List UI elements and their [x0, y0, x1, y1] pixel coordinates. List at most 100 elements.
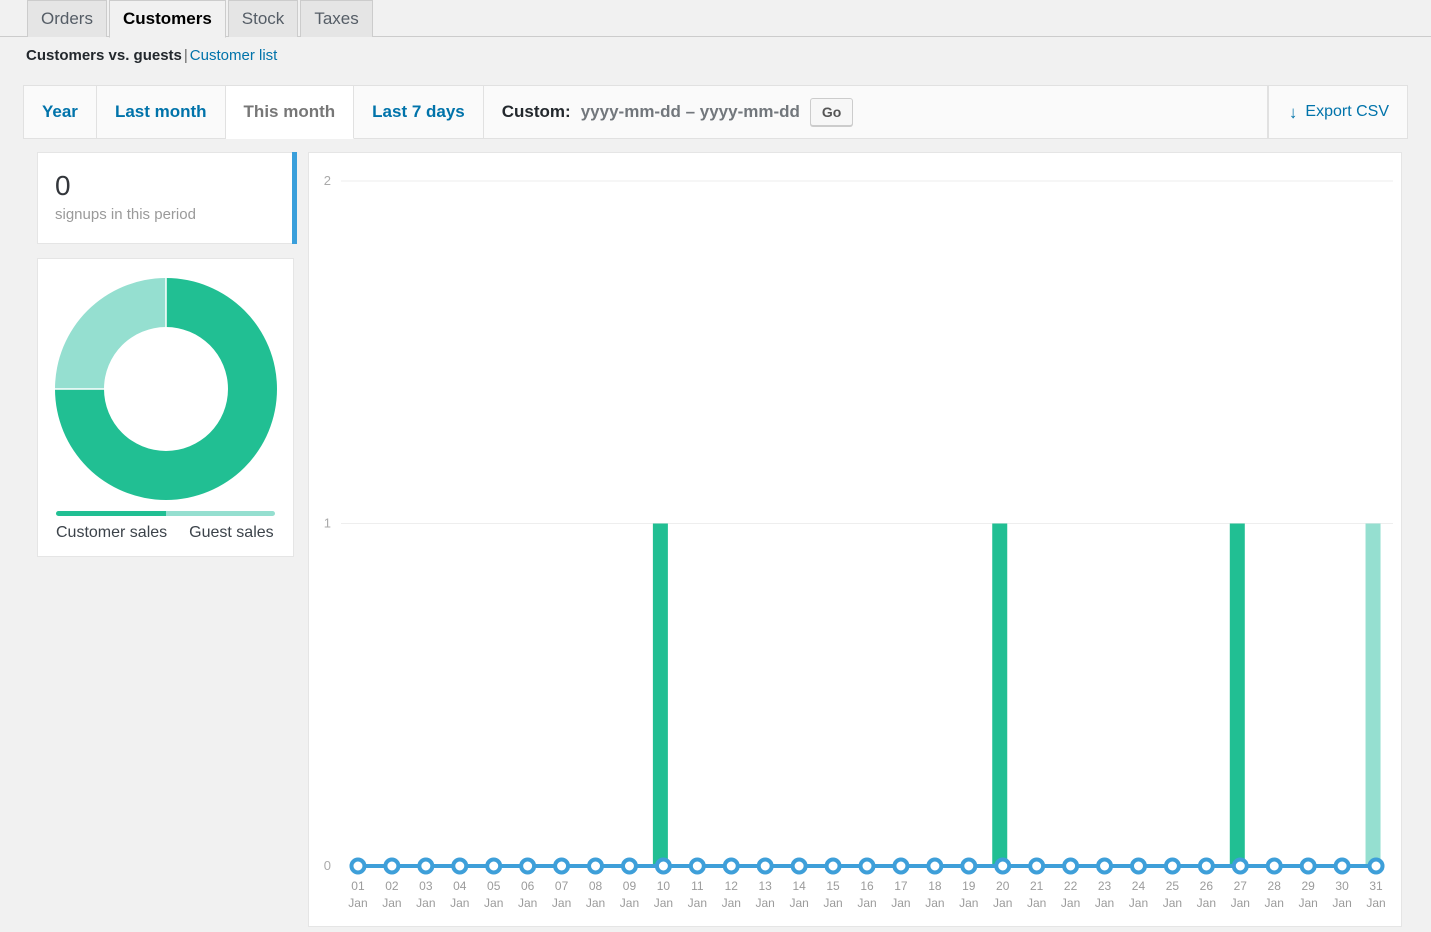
bar-guest-sales[interactable] — [1366, 524, 1381, 867]
x-axis-tick-day: 04 — [453, 879, 467, 893]
period-last-month[interactable]: Last month — [97, 86, 226, 138]
signups-point[interactable] — [351, 860, 364, 873]
x-axis-tick-day: 20 — [996, 879, 1010, 893]
signups-label: signups in this period — [55, 206, 276, 223]
customer-vs-guest-donut-widget: Customer sales Guest sales — [37, 258, 294, 557]
signups-count: 0 — [55, 171, 276, 200]
x-axis-tick-day: 24 — [1132, 879, 1146, 893]
tab-taxes[interactable]: Taxes — [300, 0, 372, 37]
x-axis-tick-month: Jan — [416, 896, 435, 910]
x-axis-tick-month: Jan — [722, 896, 741, 910]
signups-point[interactable] — [1098, 860, 1111, 873]
signups-point[interactable] — [1370, 860, 1383, 873]
legend-label-customer-sales[interactable]: Customer sales — [56, 524, 167, 542]
x-axis-tick-day: 21 — [1030, 879, 1044, 893]
report-subtitle-nav: Customers vs. guests|Customer list — [26, 47, 277, 64]
x-axis-tick-day: 06 — [521, 879, 535, 893]
signups-point[interactable] — [419, 860, 432, 873]
x-axis-tick-day: 10 — [657, 879, 671, 893]
signups-point[interactable] — [1336, 860, 1349, 873]
donut-chart — [53, 273, 279, 505]
bar-customer-sales[interactable] — [1230, 524, 1245, 867]
x-axis-tick-month: Jan — [857, 896, 876, 910]
legend-label-guest-sales[interactable]: Guest sales — [189, 524, 273, 542]
signups-point[interactable] — [1200, 860, 1213, 873]
x-axis-tick-day: 26 — [1200, 879, 1214, 893]
signups-point[interactable] — [1166, 860, 1179, 873]
x-axis-tick-month: Jan — [484, 896, 503, 910]
signups-point[interactable] — [793, 860, 806, 873]
x-axis-tick-day: 25 — [1166, 879, 1180, 893]
x-axis-tick-day: 08 — [589, 879, 603, 893]
signups-point[interactable] — [657, 860, 670, 873]
download-icon: ↓ — [1289, 104, 1298, 121]
bar-customer-sales[interactable] — [992, 524, 1007, 867]
signups-point[interactable] — [487, 860, 500, 873]
subtitle-separator: | — [182, 47, 190, 64]
custom-range-inputs[interactable]: yyyy-mm-dd – yyyy-mm-dd — [581, 102, 800, 122]
period-year[interactable]: Year — [24, 86, 97, 138]
x-axis-tick-month: Jan — [1366, 896, 1385, 910]
x-axis-tick-day: 11 — [691, 879, 704, 893]
signups-point[interactable] — [928, 860, 941, 873]
signups-point[interactable] — [1268, 860, 1281, 873]
x-axis-tick-month: Jan — [756, 896, 775, 910]
customer-list-link[interactable]: Customer list — [190, 47, 278, 64]
signups-point[interactable] — [759, 860, 772, 873]
x-axis-tick-month: Jan — [654, 896, 673, 910]
tab-stock[interactable]: Stock — [228, 0, 299, 37]
signups-point[interactable] — [691, 860, 704, 873]
x-axis-tick-month: Jan — [789, 896, 808, 910]
signups-point[interactable] — [555, 860, 568, 873]
period-last-7-days[interactable]: Last 7 days — [354, 86, 484, 138]
signups-stat-widget: 0 signups in this period — [37, 152, 294, 244]
signups-point[interactable] — [589, 860, 602, 873]
y-axis-tick-label: 1 — [324, 516, 331, 531]
legend-bar-guest-sales — [166, 511, 276, 516]
x-axis-tick-month: Jan — [1163, 896, 1182, 910]
y-axis-tick-label: 0 — [324, 858, 331, 873]
signups-point[interactable] — [1132, 860, 1145, 873]
signups-point[interactable] — [894, 860, 907, 873]
go-button[interactable]: Go — [810, 98, 853, 126]
bar-customer-sales[interactable] — [653, 524, 668, 867]
signups-point[interactable] — [827, 860, 840, 873]
x-axis-tick-month: Jan — [1129, 896, 1148, 910]
x-axis-tick-day: 27 — [1234, 879, 1248, 893]
x-axis-tick-day: 30 — [1335, 879, 1349, 893]
x-axis-tick-day: 01 — [351, 879, 365, 893]
x-axis-tick-month: Jan — [1197, 896, 1216, 910]
signups-point[interactable] — [861, 860, 874, 873]
custom-date-range: Custom: yyyy-mm-dd – yyyy-mm-dd Go — [484, 86, 1268, 138]
customers-vs-guests-chart[interactable]: 12001Jan02Jan03Jan04Jan05Jan06Jan07Jan08… — [309, 153, 1401, 926]
report-sidebar: 0 signups in this period — [37, 152, 294, 571]
export-csv-button[interactable]: Export CSV — [1305, 103, 1389, 121]
x-axis-tick-day: 22 — [1064, 879, 1078, 893]
signups-point[interactable] — [725, 860, 738, 873]
signups-point[interactable] — [1030, 860, 1043, 873]
x-axis-tick-day: 07 — [555, 879, 569, 893]
x-axis-tick-month: Jan — [450, 896, 469, 910]
period-this-month[interactable]: This month — [226, 86, 355, 139]
x-axis-tick-month: Jan — [382, 896, 401, 910]
donut-legend-bar — [56, 511, 275, 516]
export-csv-area: ↓ Export CSV — [1268, 86, 1407, 138]
signups-point[interactable] — [1234, 860, 1247, 873]
signups-point[interactable] — [1064, 860, 1077, 873]
signups-point[interactable] — [996, 860, 1009, 873]
signups-point[interactable] — [521, 860, 534, 873]
sales-chart-panel: 12001Jan02Jan03Jan04Jan05Jan06Jan07Jan08… — [308, 152, 1402, 927]
x-axis-tick-day: 13 — [759, 879, 773, 893]
signups-point[interactable] — [385, 860, 398, 873]
signups-point[interactable] — [1302, 860, 1315, 873]
page-title: Customers vs. guests — [26, 47, 182, 64]
signups-point[interactable] — [962, 860, 975, 873]
y-axis-tick-label: 2 — [324, 173, 331, 188]
x-axis-tick-month: Jan — [1095, 896, 1114, 910]
tab-orders[interactable]: Orders — [27, 0, 107, 37]
signups-point[interactable] — [453, 860, 466, 873]
signups-point[interactable] — [623, 860, 636, 873]
donut-chart-svg — [53, 273, 279, 505]
tab-customers[interactable]: Customers — [109, 0, 226, 38]
x-axis-tick-day: 28 — [1268, 879, 1282, 893]
